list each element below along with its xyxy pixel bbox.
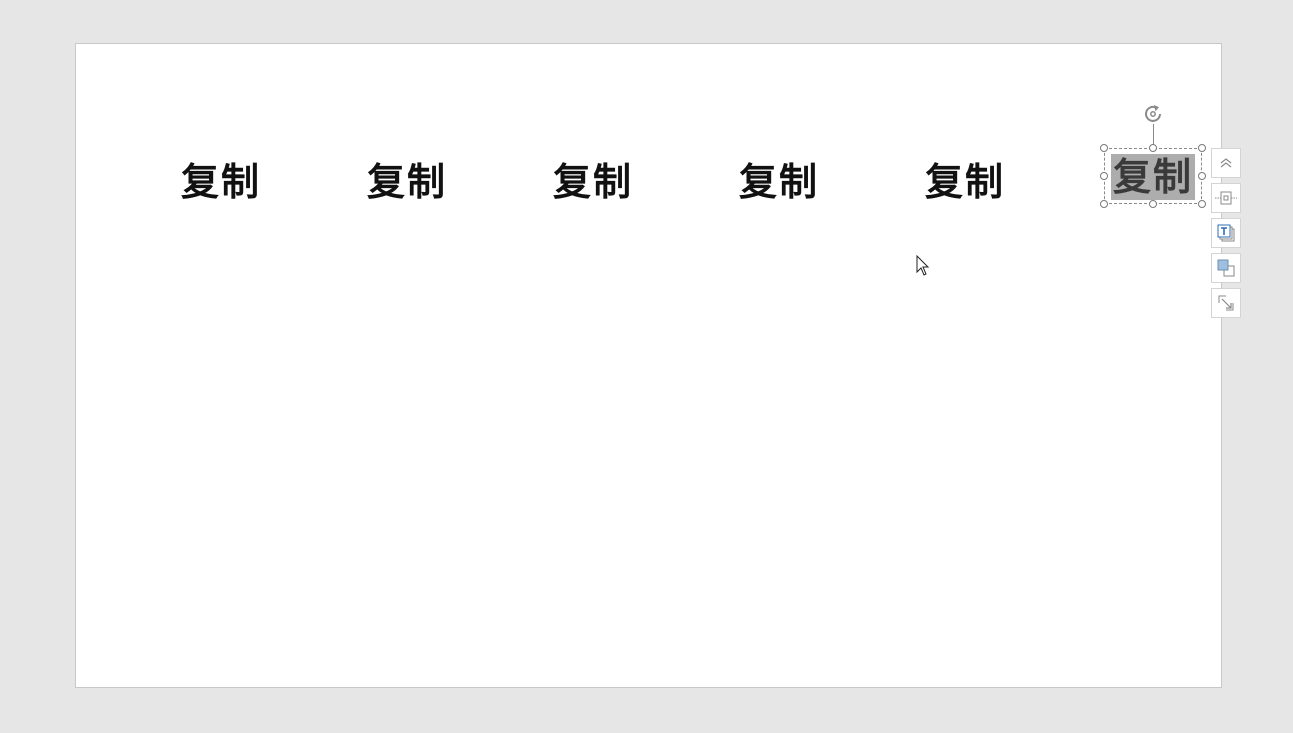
text-box-1[interactable]: 复制	[173, 150, 269, 206]
text-wrap-button[interactable]	[1211, 218, 1241, 248]
text-box-6-selected[interactable]: 复制	[1105, 149, 1201, 205]
text-box-1-text: 复制	[180, 159, 261, 204]
arrange-shape-button[interactable]	[1211, 253, 1241, 283]
resize-handle-top[interactable]	[1149, 144, 1157, 152]
collapse-toolbar-button[interactable]	[1211, 148, 1241, 178]
text-box-2-text: 复制	[366, 159, 447, 204]
text-box-5-text: 复制	[924, 159, 1005, 204]
selected-text[interactable]: 复制	[1110, 154, 1195, 200]
text-box-3[interactable]: 复制	[545, 150, 641, 206]
resize-handle-top-right[interactable]	[1198, 144, 1206, 152]
layout-options-icon	[1215, 191, 1237, 205]
resize-shape-button[interactable]	[1211, 288, 1241, 318]
resize-handle-bottom[interactable]	[1149, 200, 1157, 208]
resize-handle-bottom-right[interactable]	[1198, 200, 1206, 208]
collapse-icon	[1220, 158, 1232, 168]
text-box-2[interactable]: 复制	[359, 150, 455, 206]
text-box-3-text: 复制	[552, 159, 633, 204]
text-wrap-icon	[1217, 224, 1235, 242]
layout-options-button[interactable]	[1211, 183, 1241, 213]
text-box-4[interactable]: 复制	[731, 150, 827, 206]
resize-handle-top-left[interactable]	[1100, 144, 1108, 152]
text-box-4-text: 复制	[738, 159, 819, 204]
resize-handle-bottom-left[interactable]	[1100, 200, 1108, 208]
arrange-shape-icon	[1217, 259, 1235, 277]
resize-handle-right[interactable]	[1198, 172, 1206, 180]
slide-canvas[interactable]	[75, 43, 1222, 688]
rotate-handle-icon[interactable]	[1142, 103, 1166, 125]
text-box-5[interactable]: 复制	[917, 150, 1013, 206]
mouse-pointer-icon	[916, 255, 930, 276]
resize-handle-left[interactable]	[1100, 172, 1108, 180]
resize-shape-icon	[1218, 295, 1234, 311]
